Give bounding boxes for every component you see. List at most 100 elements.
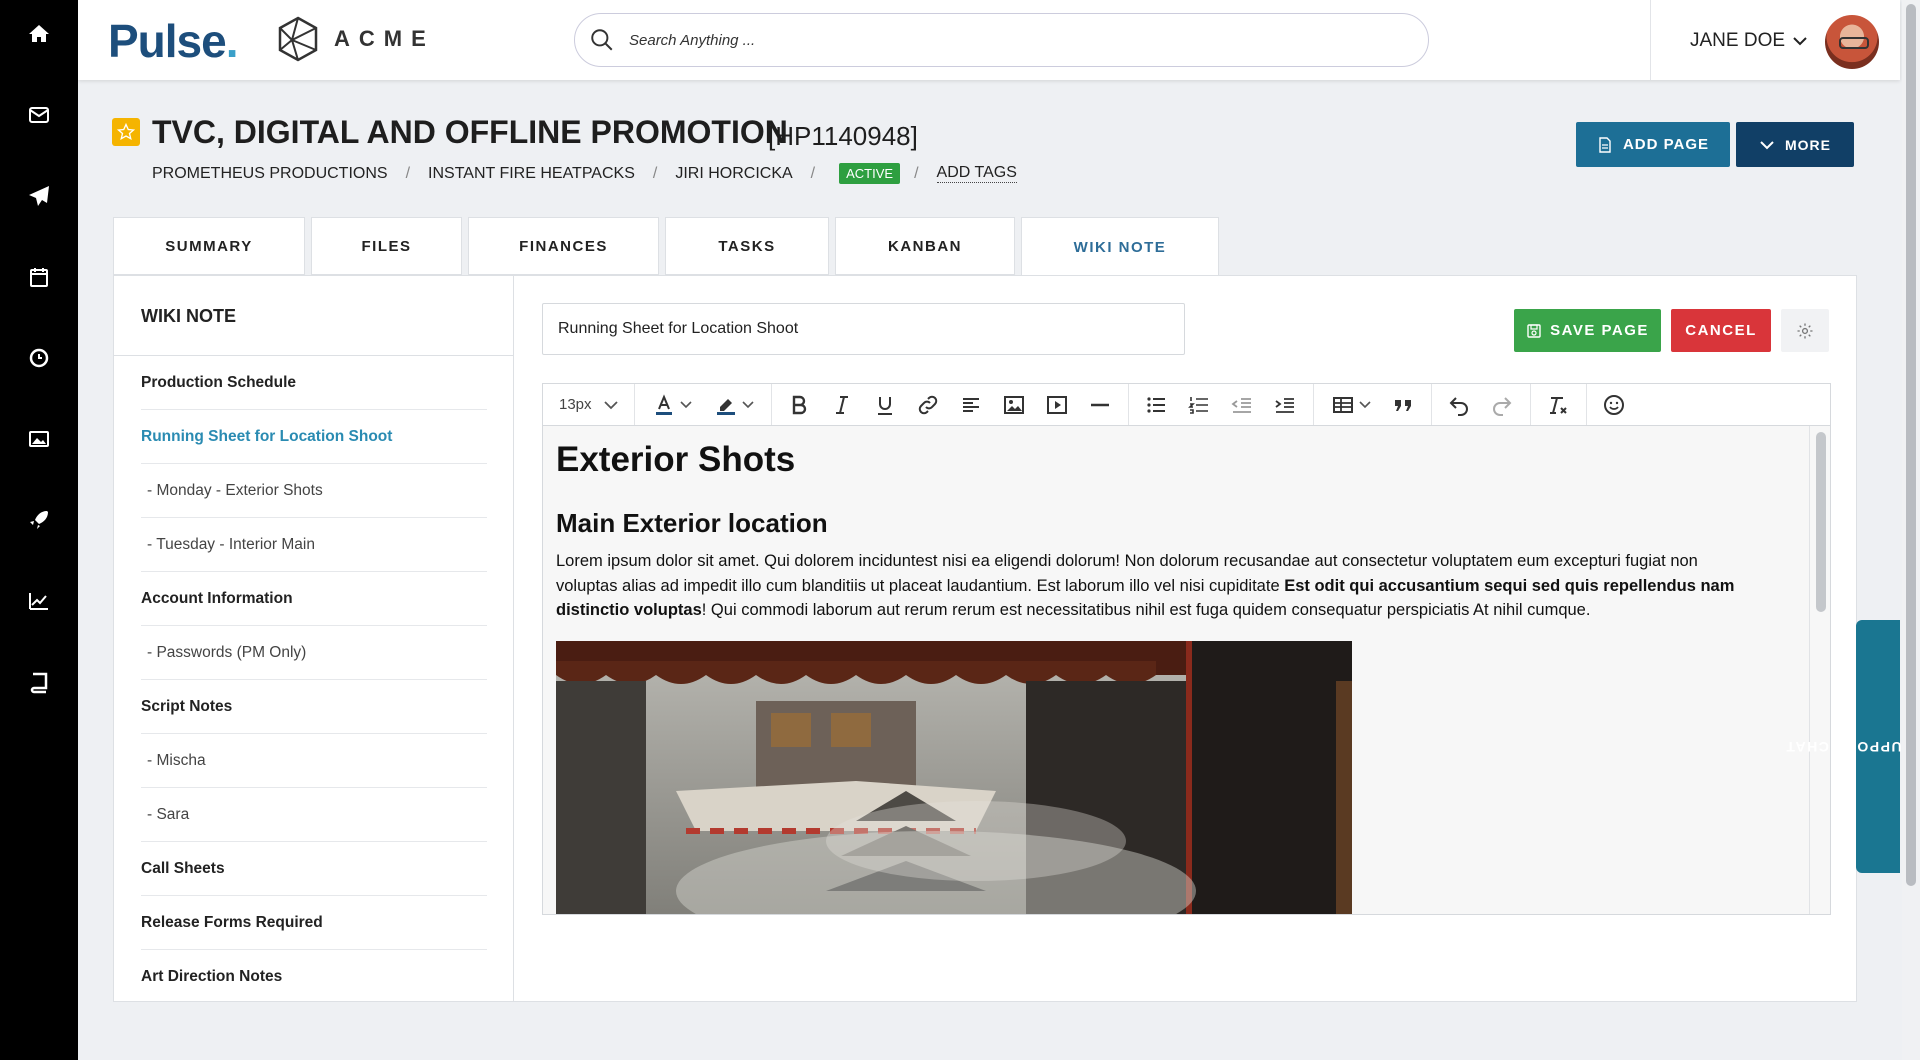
cancel-button[interactable]: CANCEL: [1671, 309, 1771, 352]
chevron-down-icon: [1358, 400, 1371, 408]
content-paragraph: Lorem ipsum dolor sit amet. Qui dolorem …: [556, 552, 1735, 619]
settings-button[interactable]: [1781, 309, 1829, 352]
bullet-list-button[interactable]: [1135, 384, 1178, 426]
rail-gallery[interactable]: [0, 419, 78, 459]
rail-home[interactable]: [0, 14, 78, 54]
toolbar-group-format: [772, 383, 1129, 426]
redo-button[interactable]: [1481, 384, 1524, 426]
breadcrumb-owner[interactable]: JIRI HORCICKA: [675, 165, 792, 183]
insert-video-button[interactable]: [1036, 384, 1079, 426]
wiki-item-account-information[interactable]: Account Information: [141, 572, 487, 626]
link-icon: [918, 395, 938, 414]
blockquote-button[interactable]: [1382, 384, 1425, 426]
font-size-value: 13px: [559, 396, 592, 413]
wiki-item-monday[interactable]: - Monday - Exterior Shots: [141, 464, 487, 518]
tab-tasks[interactable]: TASKS: [665, 217, 829, 275]
horizontal-rule-button[interactable]: [1079, 384, 1122, 426]
wiki-item-sara[interactable]: - Sara: [141, 788, 487, 842]
rail-launch[interactable]: [0, 500, 78, 540]
avatar[interactable]: [1825, 15, 1879, 69]
emoji-icon: [1604, 394, 1625, 415]
top-header: Pulse. ACME JANE DOE: [78, 0, 1900, 80]
wiki-item-tuesday[interactable]: - Tuesday - Interior Main: [141, 518, 487, 572]
editor-toolbar: 13px: [542, 383, 1831, 426]
wiki-item-release-forms[interactable]: Release Forms Required: [141, 896, 487, 950]
wiki-item-script-notes[interactable]: Script Notes: [141, 680, 487, 734]
outdent-icon: [1231, 397, 1252, 413]
search-bar[interactable]: [574, 13, 1429, 67]
chevron-down-icon: [741, 400, 754, 408]
search-input[interactable]: [629, 31, 1409, 49]
emoji-button[interactable]: [1593, 384, 1636, 426]
wiki-item-running-sheet[interactable]: Running Sheet for Location Shoot: [141, 410, 487, 464]
text-color-button[interactable]: [641, 384, 703, 426]
rail-reports[interactable]: [0, 581, 78, 621]
temple-photo: [556, 641, 1352, 914]
page-title-input[interactable]: Running Sheet for Location Shoot: [542, 303, 1185, 355]
bold-button[interactable]: [778, 384, 821, 426]
chevron-down-icon: [603, 400, 618, 409]
insert-image-button[interactable]: [993, 384, 1036, 426]
table-icon: [1332, 396, 1353, 413]
acme-wordmark: ACME: [334, 26, 435, 51]
add-page-button[interactable]: ADD PAGE: [1576, 122, 1730, 167]
user-menu[interactable]: JANE DOE: [1690, 30, 1807, 52]
clear-format-button[interactable]: [1537, 384, 1580, 426]
support-chat-label: PULSE SUPPORT CHAT: [1784, 738, 1920, 755]
star-icon: [116, 122, 136, 140]
add-tags-link[interactable]: ADD TAGS: [936, 164, 1017, 183]
calendar-icon: [30, 268, 48, 287]
highlight-color-button[interactable]: [703, 384, 765, 426]
breadcrumb-brand[interactable]: INSTANT FIRE HEATPACKS: [428, 165, 635, 183]
wiki-item-art-direction[interactable]: Art Direction Notes: [141, 950, 487, 1001]
gear-icon: [1797, 323, 1813, 338]
tab-files[interactable]: FILES: [311, 217, 462, 275]
align-button[interactable]: [950, 384, 993, 426]
rail-mail[interactable]: [0, 95, 78, 135]
toolbar-group-color: [635, 383, 772, 426]
rail-docs[interactable]: [0, 662, 78, 702]
redo-icon: [1493, 396, 1512, 416]
wiki-item-call-sheets[interactable]: Call Sheets: [141, 842, 487, 896]
underline-button[interactable]: [864, 384, 907, 426]
breadcrumb-separator: /: [914, 164, 919, 182]
pulse-logo[interactable]: Pulse.: [108, 14, 238, 68]
support-chat-tab[interactable]: PULSE SUPPORT CHAT: [1785, 620, 1920, 873]
wiki-item-passwords[interactable]: - Passwords (PM Only): [141, 626, 487, 680]
rail-clock[interactable]: [0, 338, 78, 378]
wiki-item-mischa[interactable]: - Mischa: [141, 734, 487, 788]
add-page-label: ADD PAGE: [1622, 136, 1710, 153]
italic-button[interactable]: [821, 384, 864, 426]
chart-icon: [29, 593, 48, 610]
favorite-star[interactable]: [112, 118, 140, 146]
font-size-select[interactable]: 13px: [549, 396, 628, 413]
chevron-down-icon: [679, 400, 692, 408]
page-scrollbar[interactable]: [1906, 4, 1916, 886]
bold-icon: [792, 395, 807, 414]
more-button[interactable]: MORE: [1736, 122, 1854, 167]
outdent-button[interactable]: [1221, 384, 1264, 426]
link-button[interactable]: [907, 384, 950, 426]
search-icon: [591, 29, 613, 51]
undo-button[interactable]: [1438, 384, 1481, 426]
numbered-list-button[interactable]: [1178, 384, 1221, 426]
breadcrumb-client[interactable]: PROMETHEUS PRODUCTIONS: [152, 165, 388, 183]
breadcrumb: PROMETHEUS PRODUCTIONS / INSTANT FIRE HE…: [152, 163, 1017, 184]
editor-content[interactable]: Exterior Shots Main Exterior location Lo…: [542, 425, 1831, 915]
insert-table-button[interactable]: [1320, 384, 1382, 426]
content-image[interactable]: [556, 641, 1352, 914]
image-icon: [1004, 395, 1025, 414]
save-page-button[interactable]: SAVE PAGE: [1514, 309, 1661, 352]
rail-send[interactable]: [0, 176, 78, 216]
content-heading-2: Main Exterior location: [556, 508, 828, 538]
tab-kanban[interactable]: KANBAN: [835, 217, 1015, 275]
rail-calendar[interactable]: [0, 257, 78, 297]
tab-finances[interactable]: FINANCES: [468, 217, 659, 275]
chevron-down-icon: [1793, 37, 1807, 46]
editor-scrollbar[interactable]: [1816, 432, 1826, 612]
wiki-item-production-schedule[interactable]: Production Schedule: [141, 356, 487, 410]
tab-summary[interactable]: SUMMARY: [113, 217, 305, 275]
tab-wiki-note[interactable]: WIKI NOTE: [1021, 217, 1219, 277]
project-code: [HP1140948]: [768, 121, 918, 151]
indent-button[interactable]: [1264, 384, 1307, 426]
